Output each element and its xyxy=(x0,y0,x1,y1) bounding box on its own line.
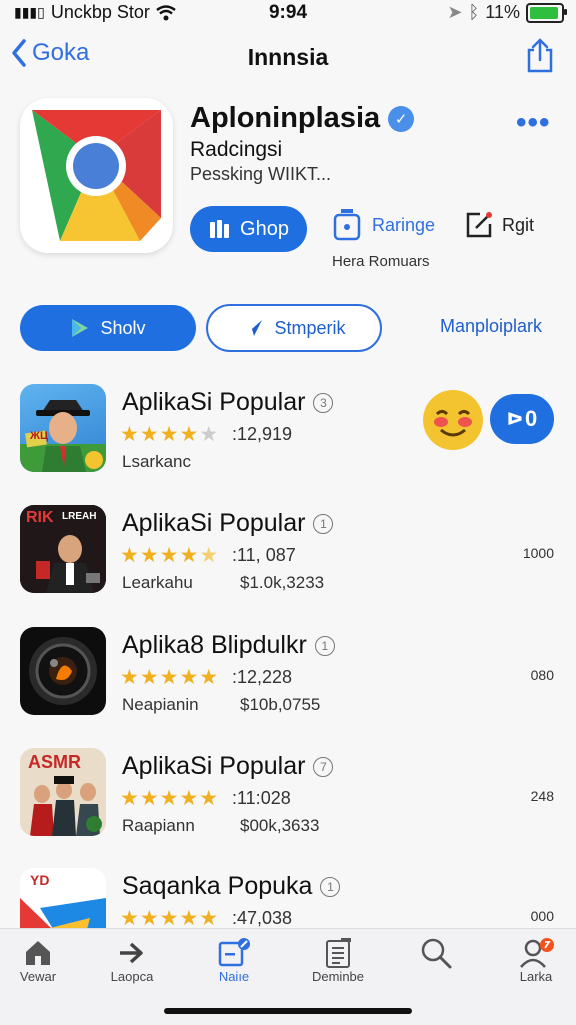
star-rating: ★★★★★ xyxy=(120,787,220,810)
edit-icon xyxy=(218,938,250,967)
star-rating: ★★★★★ xyxy=(120,423,220,446)
status-bar-right: ➤ ᛒ 11% xyxy=(447,2,567,23)
download-badge[interactable]: ᐅ 0 xyxy=(490,394,554,444)
list-icon xyxy=(326,938,351,968)
fast-forward-icon: ᐅ xyxy=(506,408,524,429)
more-options-icon[interactable]: ••• xyxy=(516,106,551,140)
rating-count: :11, 087 xyxy=(232,545,296,565)
profile-icon xyxy=(520,938,554,968)
list-item-price: $1.0k,3233 xyxy=(240,573,325,592)
tab-arcade[interactable]: Deminbe xyxy=(298,937,378,984)
rating-count: :47,038 xyxy=(232,908,293,928)
timer-icon xyxy=(333,209,361,241)
send-icon xyxy=(244,320,263,336)
info-icon: 1 xyxy=(314,635,335,656)
arrow-icon xyxy=(120,942,143,964)
edit-icon xyxy=(466,212,492,238)
page-title: Innnsia xyxy=(247,44,329,70)
list-item-size: 000 xyxy=(530,908,554,924)
support-button[interactable]: Stmperik xyxy=(206,304,382,352)
list-item-title: Saqanka Popuka 1 xyxy=(122,872,341,901)
tab-label: Deminbe xyxy=(311,969,365,984)
list-item-title: AplikaSi Popular 7 xyxy=(122,752,334,781)
icon-side-text: LREAH xyxy=(62,511,97,522)
search-icon xyxy=(421,938,452,969)
list-item-size: 080 xyxy=(530,667,554,683)
tab-profile[interactable]: Larka xyxy=(496,937,576,984)
info-icon: 1 xyxy=(320,876,341,897)
icon-title-text: RIK xyxy=(26,509,54,526)
list-item-category: Neapianin xyxy=(122,695,199,714)
home-icon xyxy=(26,941,50,965)
battery-icon xyxy=(526,2,567,23)
list-item[interactable]: RIK LREAH AplikaSi Popular 1 ★★★★★ :11, … xyxy=(20,505,560,605)
tab-label: Naiıe xyxy=(218,969,250,984)
rating-count: :11:028 xyxy=(232,788,291,808)
tab-explore[interactable]: Laopca xyxy=(92,937,172,984)
share-icon[interactable] xyxy=(524,38,556,74)
app-name: Aploninplasia ✓ xyxy=(190,102,415,135)
tab-label: Vewar xyxy=(19,969,57,984)
icon-title-text: ASMR xyxy=(28,752,81,772)
list-item-price: $10b,0755 xyxy=(240,695,321,714)
icon-badge-text: ЖЦ xyxy=(30,430,48,442)
edit-action[interactable]: Rgit xyxy=(464,210,534,240)
info-icon: 1 xyxy=(313,513,334,534)
list-item[interactable]: Aplika8 Blipdulkr 1 ★★★★★ :12,228 Neapia… xyxy=(20,627,560,727)
app-subtitle: Radcingsi xyxy=(190,138,283,161)
tab-label: Laopca xyxy=(110,969,154,984)
battery-percent: 11% xyxy=(485,2,520,22)
list-item-title: Aplika8 Blipdulkr 1 xyxy=(122,631,335,660)
list-item-category: Raapiann xyxy=(122,816,195,835)
star-rating: ★★★★★ xyxy=(120,666,220,689)
verified-icon: ✓ xyxy=(388,105,415,132)
smiling-emoji-icon xyxy=(423,390,483,450)
list-item-title: AplikaSi Popular 1 xyxy=(122,509,334,538)
list-item-price: $00k,3633 xyxy=(240,816,320,835)
play-icon xyxy=(72,319,89,337)
list-item-category: Lsarkanc xyxy=(122,452,191,471)
list-item[interactable]: ASMR AplikaSi Popular 7 ★★★★★ :11:028 Ra… xyxy=(20,748,560,848)
icon-title-text: YD xyxy=(30,872,50,888)
tab-label: Larka xyxy=(519,969,553,984)
app-thumbnail: RIK LREAH xyxy=(20,505,106,593)
list-item-size: 248 xyxy=(530,788,554,804)
star-rating: ★★★★★ xyxy=(120,544,220,567)
bluetooth-icon: ᛒ xyxy=(468,2,480,22)
tab-search[interactable] xyxy=(396,937,476,969)
rating-action[interactable]: Raringe xyxy=(332,208,435,242)
list-item-size: 1000 xyxy=(522,545,554,561)
app-thumbnail xyxy=(20,627,106,715)
rating-count: :12,228 xyxy=(232,667,293,687)
info-icon: 7 xyxy=(313,756,334,777)
app-thumbnail: ЖЦ xyxy=(20,384,106,472)
get-button[interactable]: Ghop xyxy=(190,206,307,252)
app-developer: Pessking WIIKT... xyxy=(190,164,332,184)
show-button[interactable]: Sholv xyxy=(20,305,196,351)
location-icon: ➤ xyxy=(447,2,463,22)
ratings-caption: Hera Romuars xyxy=(332,253,430,270)
info-icon: 3 xyxy=(313,392,334,413)
app-thumbnail: ASMR xyxy=(20,748,106,836)
app-icon xyxy=(20,98,173,253)
tab-apps[interactable]: Naiıe xyxy=(194,937,274,984)
library-icon xyxy=(210,220,230,238)
list-item-category: Learkahu xyxy=(122,573,193,592)
list-item-title: AplikaSi Popular 3 xyxy=(122,388,334,417)
see-all-link[interactable]: Manploiplark xyxy=(440,316,542,337)
rating-count: :12,919 xyxy=(232,424,293,444)
tab-home[interactable]: Vewar xyxy=(0,937,78,984)
home-indicator xyxy=(164,1008,412,1014)
